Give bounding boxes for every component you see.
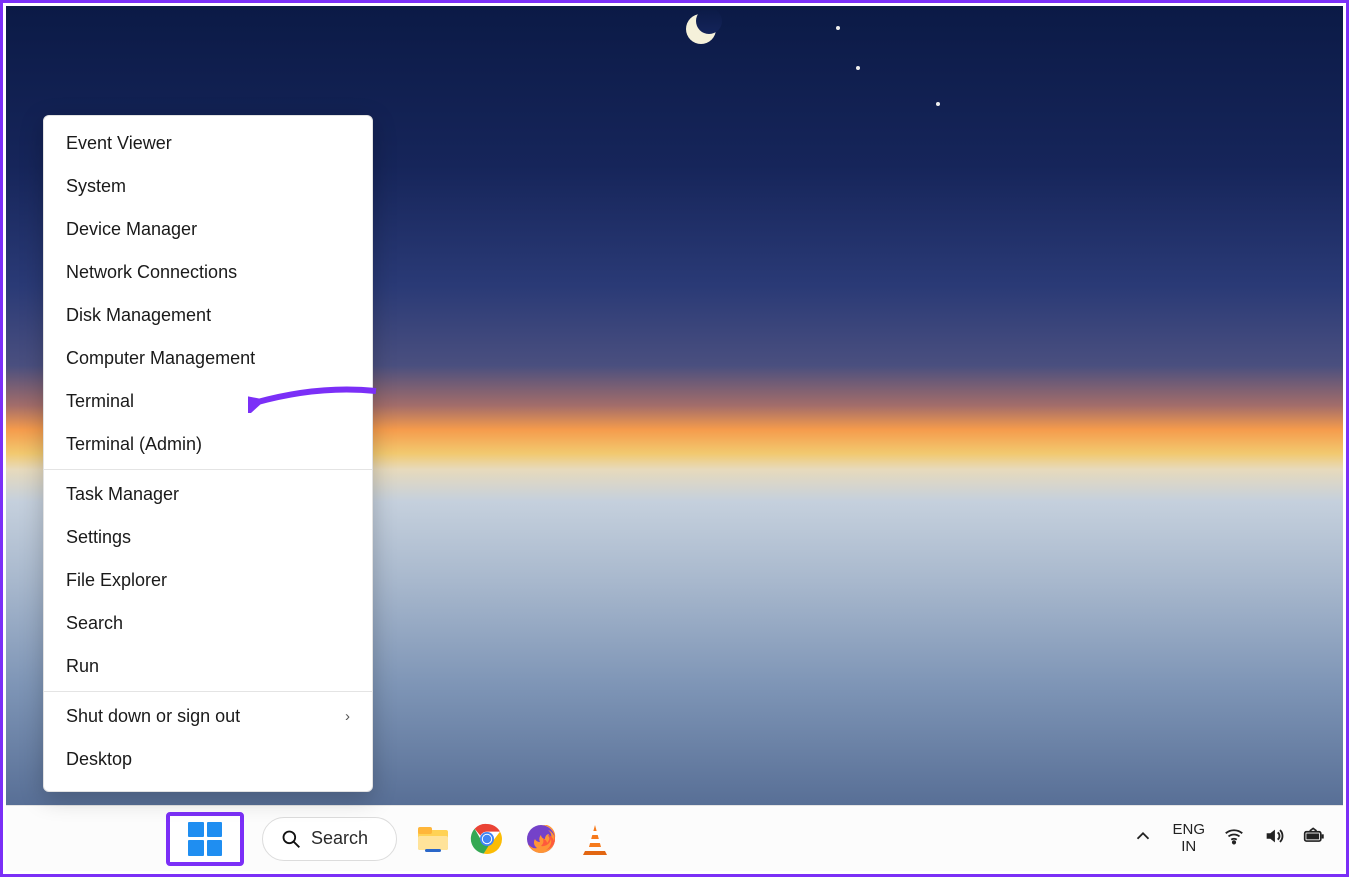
- menu-item-file-explorer[interactable]: File Explorer: [44, 559, 372, 602]
- menu-item-label: Network Connections: [66, 262, 237, 283]
- menu-separator: [44, 469, 372, 470]
- battery-icon[interactable]: [1303, 825, 1325, 852]
- menu-item-label: File Explorer: [66, 570, 167, 591]
- language-top: ENG: [1172, 822, 1205, 839]
- start-button[interactable]: [166, 812, 244, 866]
- annotation-arrow: [248, 385, 378, 413]
- menu-item-label: Task Manager: [66, 484, 179, 505]
- taskbar-app-vlc[interactable]: [577, 821, 613, 857]
- taskbar-app-file-explorer[interactable]: [415, 821, 451, 857]
- menu-item-label: Search: [66, 613, 123, 634]
- menu-item-desktop[interactable]: Desktop: [44, 738, 372, 781]
- menu-item-settings[interactable]: Settings: [44, 516, 372, 559]
- winx-context-menu: Event Viewer System Device Manager Network …: [43, 115, 373, 792]
- menu-separator: [44, 691, 372, 692]
- menu-item-task-manager[interactable]: Task Manager: [44, 473, 372, 516]
- menu-item-label: Desktop: [66, 749, 132, 770]
- menu-item-computer-management[interactable]: Computer Management: [44, 337, 372, 380]
- taskbar-search-label: Search: [311, 828, 368, 849]
- menu-item-label: System: [66, 176, 126, 197]
- menu-item-label: Shut down or sign out: [66, 706, 240, 727]
- menu-item-label: Event Viewer: [66, 133, 172, 154]
- menu-item-run[interactable]: Run: [44, 645, 372, 688]
- menu-item-terminal-admin[interactable]: Terminal (Admin): [44, 423, 372, 466]
- taskbar-app-chrome[interactable]: [469, 821, 505, 857]
- tray-overflow-icon[interactable]: [1132, 825, 1154, 852]
- menu-item-shutdown-signout[interactable]: Shut down or sign out ›: [44, 695, 372, 738]
- chevron-right-icon: ›: [345, 708, 350, 725]
- wifi-icon[interactable]: [1223, 825, 1245, 852]
- menu-item-label: Disk Management: [66, 305, 211, 326]
- menu-item-label: Terminal (Admin): [66, 434, 202, 455]
- menu-item-event-viewer[interactable]: Event Viewer: [44, 122, 372, 165]
- moon-graphic: [686, 14, 716, 44]
- menu-item-disk-management[interactable]: Disk Management: [44, 294, 372, 337]
- language-indicator[interactable]: ENG IN: [1172, 822, 1205, 855]
- taskbar-search[interactable]: Search: [262, 817, 397, 861]
- taskbar-app-firefox[interactable]: [523, 821, 559, 857]
- menu-item-system[interactable]: System: [44, 165, 372, 208]
- search-icon: [281, 829, 301, 849]
- taskbar: Search: [6, 805, 1343, 871]
- language-bottom: IN: [1172, 839, 1205, 856]
- menu-item-search[interactable]: Search: [44, 602, 372, 645]
- star-graphic: [856, 66, 860, 70]
- star-graphic: [936, 102, 940, 106]
- menu-item-device-manager[interactable]: Device Manager: [44, 208, 372, 251]
- menu-item-network-connections[interactable]: Network Connections: [44, 251, 372, 294]
- menu-item-label: Terminal: [66, 391, 134, 412]
- volume-icon[interactable]: [1263, 825, 1285, 852]
- menu-item-label: Computer Management: [66, 348, 255, 369]
- menu-item-label: Device Manager: [66, 219, 197, 240]
- windows-logo-icon: [188, 822, 222, 856]
- menu-item-label: Run: [66, 656, 99, 677]
- star-graphic: [836, 26, 840, 30]
- menu-item-label: Settings: [66, 527, 131, 548]
